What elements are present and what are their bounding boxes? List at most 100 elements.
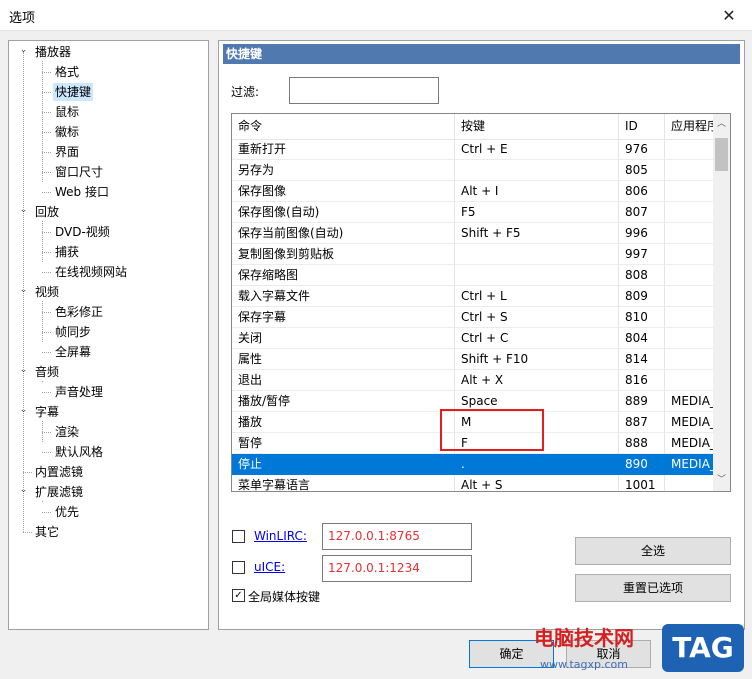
expand-icon[interactable]: ⌄ bbox=[18, 405, 29, 416]
uice-link[interactable]: uICE: bbox=[254, 560, 285, 574]
table-cell-key: Shift + F10 bbox=[455, 349, 619, 370]
table-cell-app bbox=[665, 202, 714, 223]
table-cell-key: Ctrl + C bbox=[455, 328, 619, 349]
options-tree[interactable]: ⌄ 播放器格式快捷键鼠标徽标界面窗口尺寸 Web 接口 ⌄ 回放 DVD-视频 捕获在线视频… bbox=[8, 40, 209, 630]
table-cell-app bbox=[665, 475, 714, 491]
table-row[interactable]: 保存图像(自动) F5 807 bbox=[232, 202, 714, 223]
table-row[interactable]: 保存图像 Alt + I 806 bbox=[232, 181, 714, 202]
tree-item[interactable]: 全屏幕 bbox=[53, 343, 93, 361]
expand-icon[interactable]: ⌄ bbox=[18, 285, 29, 296]
table-cell-id: 976 bbox=[619, 139, 665, 160]
tree-item[interactable]: 捕获 bbox=[53, 243, 81, 261]
close-icon[interactable]: ✕ bbox=[706, 0, 752, 30]
hotkeys-panel: 快捷键 过滤: 命令 按键 ID 应用程序 重新打开Ctrl + E976另存为… bbox=[218, 40, 745, 630]
table-cell-cmd: 保存当前图像(自动) bbox=[232, 223, 455, 244]
tree-line bbox=[42, 332, 51, 333]
tree-item[interactable]: 徽标 bbox=[53, 123, 81, 141]
table-cell-key bbox=[455, 265, 619, 286]
tree-item[interactable]: Web 接口 bbox=[53, 183, 111, 201]
table-cell-id: 888 bbox=[619, 433, 665, 454]
table-cell-cmd: 保存图像 bbox=[232, 181, 455, 202]
tree-item[interactable]: 内置滤镜 bbox=[33, 463, 85, 481]
table-row[interactable]: 重新打开 Ctrl + E 976 bbox=[232, 139, 714, 160]
uice-checkbox[interactable] bbox=[232, 561, 245, 574]
tree-line bbox=[42, 61, 43, 182]
tree-line bbox=[42, 232, 51, 233]
table-row[interactable]: 关闭 Ctrl + C 804 bbox=[232, 328, 714, 349]
tree-item[interactable]: 默认风格 bbox=[53, 443, 105, 461]
tree-line bbox=[42, 152, 51, 153]
reset-selected-button[interactable]: 重置已选项 bbox=[575, 574, 731, 602]
table-row[interactable]: 载入字幕文件 Ctrl + L 809 bbox=[232, 286, 714, 307]
select-all-button[interactable]: 全选 bbox=[575, 537, 731, 565]
tree-item[interactable]: 扩展滤镜 bbox=[33, 483, 85, 501]
tree-item[interactable]: 快捷键 bbox=[53, 83, 94, 101]
column-id[interactable]: ID bbox=[619, 114, 665, 139]
tree-item[interactable]: 视频 bbox=[33, 283, 61, 301]
table-cell-id: 816 bbox=[619, 370, 665, 391]
filter-label: 过滤: bbox=[231, 85, 260, 99]
scroll-thumb[interactable] bbox=[715, 138, 728, 171]
column-command[interactable]: 命令 bbox=[232, 114, 455, 139]
column-app[interactable]: 应用程序 bbox=[665, 114, 714, 139]
table-cell-cmd: 停止 bbox=[232, 454, 455, 475]
table-row[interactable]: 复制图像到剪贴板 997 bbox=[232, 244, 714, 265]
table-cell-key: Ctrl + S bbox=[455, 307, 619, 328]
table-cell-key: Alt + X bbox=[455, 370, 619, 391]
tree-item[interactable]: 窗口尺寸 bbox=[53, 163, 105, 181]
tree-item[interactable]: 界面 bbox=[53, 143, 81, 161]
list-scrollbar[interactable]: ︿ ﹀ bbox=[713, 114, 730, 491]
tree-item[interactable]: 其它 bbox=[33, 523, 61, 541]
expand-icon[interactable]: ⌄ bbox=[18, 365, 29, 376]
panel-header: 快捷键 bbox=[223, 44, 740, 64]
table-row[interactable]: 保存字幕 Ctrl + S 810 bbox=[232, 307, 714, 328]
table-row[interactable]: 停止. 890 MEDIA_ bbox=[232, 454, 714, 475]
tree-item[interactable]: 优先 bbox=[53, 503, 81, 521]
table-cell-id: 997 bbox=[619, 244, 665, 265]
tree-item[interactable]: 回放 bbox=[33, 203, 61, 221]
scroll-down-icon[interactable]: ﹀ bbox=[713, 472, 730, 489]
tree-item[interactable]: 在线视频网站 bbox=[53, 263, 129, 281]
tree-item[interactable]: 渲染 bbox=[53, 423, 81, 441]
tree-item[interactable]: 音频 bbox=[33, 363, 61, 381]
tree-item[interactable]: 帧同步 bbox=[53, 323, 93, 341]
table-cell-app bbox=[665, 139, 714, 160]
expand-icon[interactable]: ⌄ bbox=[18, 45, 29, 56]
uice-address-input[interactable]: 127.0.0.1:1234 bbox=[322, 555, 472, 582]
tree-item[interactable]: 字幕 bbox=[33, 403, 61, 421]
table-cell-cmd: 播放/暂停 bbox=[232, 391, 455, 412]
tree-item[interactable]: 播放器 bbox=[33, 43, 73, 61]
table-cell-app bbox=[665, 181, 714, 202]
tree-item[interactable]: 鼠标 bbox=[53, 103, 81, 121]
expand-icon[interactable]: ⌄ bbox=[18, 205, 29, 216]
winlirc-link[interactable]: WinLIRC: bbox=[254, 529, 307, 543]
tree-item[interactable]: DVD-视频 bbox=[53, 223, 112, 241]
scroll-up-icon[interactable]: ︿ bbox=[713, 116, 730, 133]
global-media-checkbox[interactable]: ✓ bbox=[232, 589, 245, 602]
winlirc-checkbox[interactable] bbox=[232, 530, 245, 543]
table-cell-cmd: 暂停 bbox=[232, 433, 455, 454]
table-row[interactable]: 保存当前图像(自动) Shift + F5 996 bbox=[232, 223, 714, 244]
tree-line bbox=[42, 221, 43, 262]
tree-item[interactable]: 声音处理 bbox=[53, 383, 105, 401]
table-row[interactable]: 退出 Alt + X 816 bbox=[232, 370, 714, 391]
expand-icon[interactable]: ⌄ bbox=[18, 485, 29, 496]
table-cell-key bbox=[455, 160, 619, 181]
table-cell-app: MEDIA_ bbox=[665, 412, 714, 433]
table-row[interactable]: 另存为 805 bbox=[232, 160, 714, 181]
table-row[interactable]: 保存缩略图 808 bbox=[232, 265, 714, 286]
table-cell-app: MEDIA_ bbox=[665, 454, 714, 475]
column-key[interactable]: 按键 bbox=[455, 114, 619, 139]
table-cell-app: MEDIA_ bbox=[665, 433, 714, 454]
filter-input[interactable] bbox=[289, 77, 439, 104]
table-row[interactable]: 属性 Shift + F10 814 bbox=[232, 349, 714, 370]
tree-item[interactable]: 格式 bbox=[53, 63, 81, 81]
global-media-label: 全局媒体按键 bbox=[248, 590, 321, 604]
table-cell-key bbox=[455, 244, 619, 265]
table-cell-app bbox=[665, 244, 714, 265]
highlight-box bbox=[440, 409, 544, 451]
winlirc-address-input[interactable]: 127.0.0.1:8765 bbox=[322, 523, 472, 550]
tree-line bbox=[42, 132, 51, 133]
table-row[interactable]: 菜单字幕语言 Alt + S 1001 bbox=[232, 475, 714, 491]
tree-item[interactable]: 色彩修正 bbox=[53, 303, 105, 321]
